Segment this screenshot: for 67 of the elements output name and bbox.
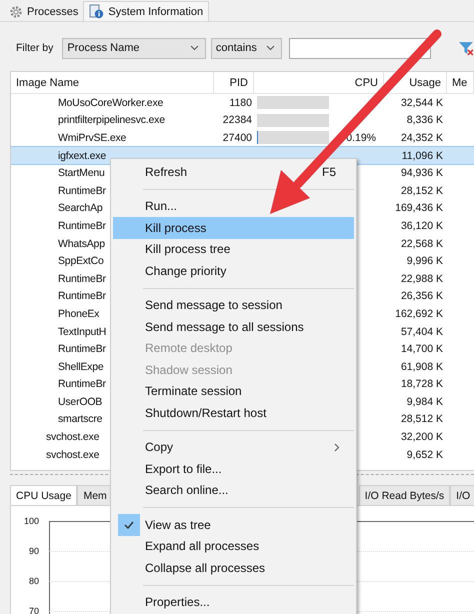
process-name: MoUsoCoreWorker.exe <box>57 96 164 109</box>
menu-item[interactable]: Kill process tree <box>113 238 354 260</box>
process-name: RuntimeBr <box>57 184 106 197</box>
axis-tick-label: 90 <box>28 547 39 557</box>
column-header[interactable]: CPU <box>254 72 384 93</box>
menu-item[interactable]: Shutdown/Restart host <box>113 402 354 424</box>
process-name: SppExtCo <box>57 255 104 268</box>
menu-item[interactable]: Run... <box>113 196 354 217</box>
column-header[interactable]: Usage <box>384 72 447 93</box>
menu-item[interactable]: Terminate session <box>113 380 354 402</box>
tab[interactable]: I/O <box>450 485 474 505</box>
menu-item[interactable]: Properties... <box>113 592 354 613</box>
pid-text: 1180 <box>229 96 252 109</box>
axis-tick-label: 80 <box>28 577 39 587</box>
menu-item[interactable]: Expand all processes <box>113 536 354 557</box>
axis-tick-label: 100 <box>22 517 39 527</box>
memory-text: 162,692 K <box>395 308 443 320</box>
tab[interactable]: System Information <box>83 1 210 21</box>
memory-text: 32,200 K <box>400 431 443 444</box>
field-dropdown[interactable]: Process Name <box>62 38 206 58</box>
chevron-icon <box>190 45 199 51</box>
menu-item[interactable]: Send message to session <box>113 294 354 316</box>
clear-filter-icon[interactable] <box>458 40 474 56</box>
cpu-bar <box>257 131 329 144</box>
chevron-icon <box>266 45 276 51</box>
memory-text: 11,096 K <box>402 150 443 162</box>
process-name: printfilterpipelinesvc.exe <box>57 114 165 126</box>
process-name: RuntimeBr <box>57 290 106 302</box>
tab[interactable]: CPU Usage <box>10 485 78 505</box>
process-name: PhoneEx <box>57 308 100 320</box>
process-name: UserOOB <box>57 396 102 408</box>
process-name: WmiPrvSE.exe <box>57 132 126 144</box>
tab[interactable]: I/O Read Bytes/s <box>358 485 450 505</box>
memory-text: 8,336 K <box>406 114 443 126</box>
memory-text: 32,544 K <box>400 96 443 109</box>
pid-text: 27400 <box>222 132 252 144</box>
pid-text: 22384 <box>222 114 252 126</box>
operator-dropdown[interactable]: contains <box>210 38 282 58</box>
menu-item[interactable]: Kill process <box>113 217 354 238</box>
column-header[interactable]: Me <box>447 72 474 93</box>
document-info-icon <box>89 4 104 19</box>
process-row[interactable]: printfilterpipelinesvc.exe 22384 8,336 K <box>11 112 474 130</box>
menu-item[interactable]: Collapse all processes <box>113 557 354 578</box>
tab[interactable]: Processes <box>4 2 84 21</box>
process-name: RuntimeBr <box>57 378 106 390</box>
memory-text: 18,728 K <box>400 378 443 390</box>
menu-item[interactable]: Send message to all sessions <box>113 316 354 338</box>
process-name: igfxext.exe <box>57 150 106 162</box>
process-row[interactable]: MoUsoCoreWorker.exe 1180 32,544 K <box>11 94 474 112</box>
tab[interactable]: Mem <box>77 485 113 505</box>
memory-text: 28,152 K <box>400 184 443 197</box>
memory-text: 24,352 K <box>400 132 443 144</box>
column-header[interactable]: PID <box>214 72 254 93</box>
column-header[interactable]: Image Name <box>11 72 214 93</box>
filter-label: Filter by <box>16 42 54 54</box>
memory-text: 9,984 K <box>406 396 443 408</box>
menu-item[interactable]: Copy <box>113 436 354 458</box>
menu-item[interactable]: Export to file... <box>113 458 354 480</box>
gear-icon <box>9 4 23 18</box>
memory-text: 9,996 K <box>406 255 443 268</box>
axis-tick-label: 70 <box>28 607 39 614</box>
memory-text: 26,356 K <box>400 290 443 302</box>
menu-item[interactable]: Search online... <box>113 480 354 501</box>
menu-item[interactable]: View as tree <box>113 514 354 536</box>
process-name: svchost.exe <box>45 431 100 444</box>
menu-item[interactable]: Change priority <box>113 260 354 282</box>
filter-input[interactable] <box>289 38 432 58</box>
